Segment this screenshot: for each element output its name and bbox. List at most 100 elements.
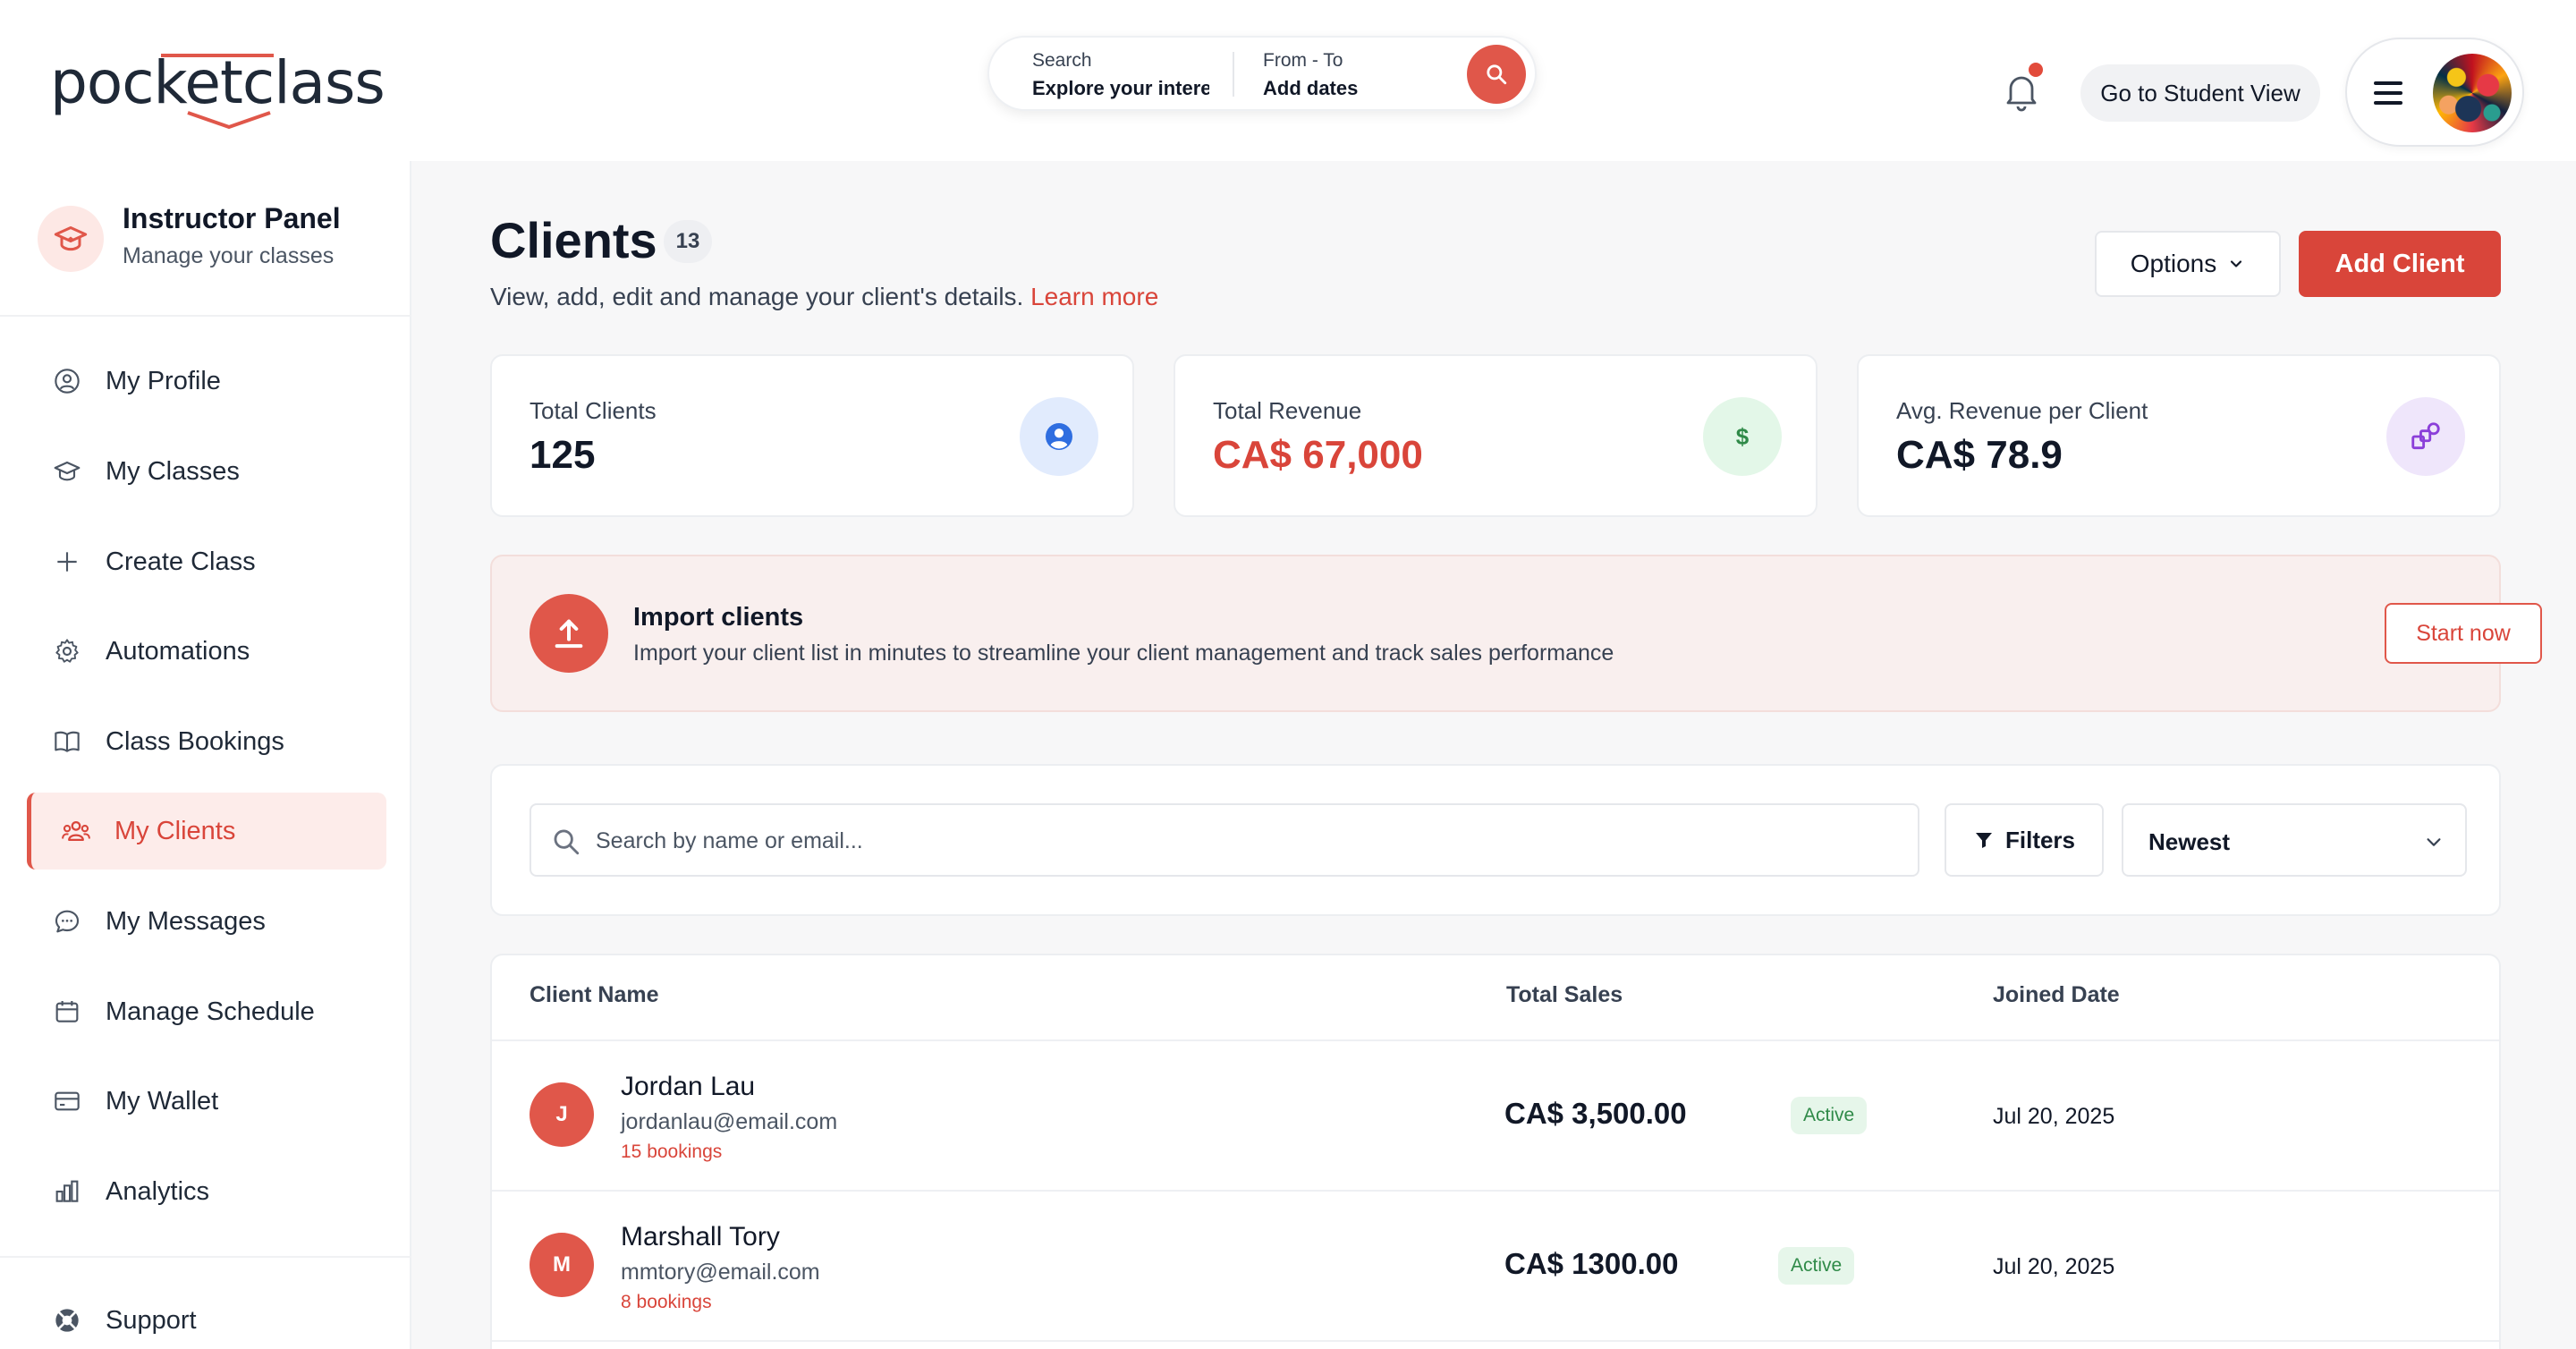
sidebar-item-label: Create Class bbox=[106, 547, 256, 576]
search-placeholder: Search by name or email... bbox=[596, 828, 863, 853]
sidebar-item-manage-schedule[interactable]: Manage Schedule bbox=[27, 973, 386, 1050]
chevron-down-icon bbox=[2231, 260, 2242, 267]
sidebar-item-label: Manage Schedule bbox=[106, 997, 315, 1026]
upload-icon bbox=[530, 594, 608, 673]
sidebar-item-my-wallet[interactable]: My Wallet bbox=[27, 1063, 386, 1140]
column-header-joined-date[interactable]: Joined Date bbox=[1993, 982, 2120, 1008]
filters-label: Filters bbox=[2004, 826, 2076, 853]
import-clients-banner: Import clients Import your client list i… bbox=[490, 555, 2542, 712]
sidebar-item-support[interactable]: Support bbox=[27, 1282, 386, 1349]
filters-button[interactable]: Filters bbox=[1945, 803, 2104, 877]
book-open-icon bbox=[52, 726, 82, 757]
filter-bar: Search by name or email... Filters Newes… bbox=[490, 764, 2501, 916]
sidebar-item-label: My Profile bbox=[106, 366, 221, 395]
search-segment[interactable]: Search Explore your intere bbox=[1032, 50, 1209, 100]
search-submit-button[interactable] bbox=[1467, 45, 1526, 104]
graduation-cap-icon bbox=[38, 206, 104, 272]
sidebar-item-automations[interactable]: Automations bbox=[27, 613, 386, 690]
sidebar-item-label: My Classes bbox=[106, 456, 240, 486]
student-view-button[interactable]: Go to Student View bbox=[2080, 64, 2320, 122]
page-title: Clients bbox=[490, 212, 657, 268]
date-value: Add dates bbox=[1263, 77, 1359, 99]
sidebar-item-create-class[interactable]: Create Class bbox=[27, 523, 386, 600]
top-header: pocketclass Search Explore your intere F… bbox=[0, 0, 2576, 161]
sidebar-item-analytics[interactable]: Analytics bbox=[27, 1153, 386, 1230]
date-segment[interactable]: From - To Add dates bbox=[1263, 50, 1442, 100]
plus-icon bbox=[52, 547, 82, 577]
description-text: View, add, edit and manage your client's… bbox=[490, 283, 1024, 310]
sidebar-item-label: My Wallet bbox=[106, 1086, 219, 1116]
client-bookings: 15 bookings bbox=[621, 1141, 723, 1162]
main-content: Clients 13 View, add, edit and manage yo… bbox=[411, 161, 2576, 1349]
client-count-badge: 13 bbox=[664, 220, 712, 263]
sidebar-divider bbox=[0, 315, 411, 317]
user-menu[interactable] bbox=[2345, 38, 2524, 147]
client-joined-date: Jul 20, 2025 bbox=[1993, 1254, 2115, 1279]
sidebar-item-label: Class Bookings bbox=[106, 726, 284, 756]
column-header-total-sales[interactable]: Total Sales bbox=[1506, 982, 1623, 1008]
dollar-icon: $ bbox=[1703, 397, 1782, 476]
panel-subtitle: Manage your classes bbox=[123, 243, 335, 268]
pocketclass-logo[interactable]: pocketclass bbox=[50, 43, 386, 132]
date-label: From - To bbox=[1263, 50, 1343, 71]
stat-card-total-revenue: Total Revenue CA$ 67,000 $ bbox=[1174, 354, 1818, 517]
options-button[interactable]: Options bbox=[2095, 231, 2281, 297]
shapes-icon bbox=[2386, 397, 2465, 476]
sidebar-item-my-classes[interactable]: My Classes bbox=[27, 433, 386, 510]
search-label: Search bbox=[1032, 50, 1092, 71]
lifebuoy-icon bbox=[52, 1305, 82, 1336]
client-avatar: M bbox=[530, 1233, 594, 1297]
logo-hat-icon bbox=[161, 54, 274, 129]
clients-table: Client Name Total Sales Joined Date J Jo… bbox=[490, 954, 2501, 1349]
start-now-button[interactable]: Start now bbox=[2385, 603, 2542, 664]
sidebar-item-my-clients[interactable]: My Clients bbox=[27, 793, 386, 870]
status-badge: Active bbox=[1778, 1247, 1855, 1285]
sidebar-item-my-messages[interactable]: My Messages bbox=[27, 883, 386, 960]
table-row[interactable]: J Jordan Lau jordanlau@email.com 15 book… bbox=[492, 1041, 2499, 1192]
user-circle-icon bbox=[1020, 397, 1098, 476]
search-icon bbox=[1487, 64, 1507, 85]
chevron-down-icon bbox=[2427, 838, 2441, 846]
client-name[interactable]: Jordan Lau bbox=[621, 1072, 755, 1102]
sidebar-item-label: Analytics bbox=[106, 1176, 210, 1206]
sidebar-item-label: Support bbox=[106, 1305, 197, 1335]
funnel-icon bbox=[1975, 833, 1992, 848]
users-icon bbox=[61, 816, 91, 846]
panel-title: Instructor Panel bbox=[123, 202, 341, 234]
client-total-sales: CA$ 3,500.00 bbox=[1504, 1097, 1687, 1130]
hamburger-icon bbox=[2374, 81, 2402, 105]
client-bookings: 8 bookings bbox=[621, 1292, 712, 1312]
sidebar-item-my-profile[interactable]: My Profile bbox=[27, 343, 386, 420]
sidebar-item-class-bookings[interactable]: Class Bookings bbox=[27, 703, 386, 780]
stat-card-total-clients: Total Clients 125 bbox=[490, 354, 1134, 517]
table-row[interactable]: M Marshall Tory mmtory@email.com 8 booki… bbox=[492, 1192, 2499, 1342]
sidebar-divider bbox=[0, 1256, 411, 1258]
client-name[interactable]: Marshall Tory bbox=[621, 1222, 780, 1252]
page-description: View, add, edit and manage your client's… bbox=[490, 283, 1158, 311]
sort-select[interactable]: Newest bbox=[2122, 803, 2467, 877]
stat-value: 125 bbox=[530, 433, 596, 477]
client-total-sales: CA$ 1300.00 bbox=[1504, 1247, 1679, 1280]
instructor-panel-header: Instructor Panel Manage your classes bbox=[38, 202, 395, 274]
column-header-client-name[interactable]: Client Name bbox=[530, 982, 658, 1008]
search-divider bbox=[1233, 52, 1234, 97]
calendar-icon bbox=[52, 997, 82, 1027]
client-search-input[interactable]: Search by name or email... bbox=[530, 803, 1919, 877]
client-email: jordanlau@email.com bbox=[621, 1109, 838, 1134]
add-client-button[interactable]: Add Client bbox=[2299, 231, 2501, 297]
client-avatar: J bbox=[530, 1082, 594, 1147]
stat-value: CA$ 78.9 bbox=[1896, 433, 2063, 477]
learn-more-link[interactable]: Learn more bbox=[1030, 283, 1158, 310]
stat-value: CA$ 67,000 bbox=[1213, 433, 1423, 477]
import-title: Import clients bbox=[633, 603, 804, 632]
search-bar[interactable]: Search Explore your intere From - To Add… bbox=[987, 36, 1537, 111]
stat-label: Avg. Revenue per Client bbox=[1896, 397, 2148, 424]
sidebar-item-label: Automations bbox=[106, 636, 250, 666]
row-divider bbox=[492, 1340, 2499, 1342]
sidebar-item-label: My Messages bbox=[106, 906, 266, 936]
graduation-cap-icon bbox=[52, 456, 82, 487]
notification-dot bbox=[2029, 63, 2043, 77]
bar-chart-icon bbox=[52, 1176, 82, 1207]
import-subtitle: Import your client list in minutes to st… bbox=[633, 641, 1614, 666]
avatar bbox=[2433, 54, 2512, 132]
